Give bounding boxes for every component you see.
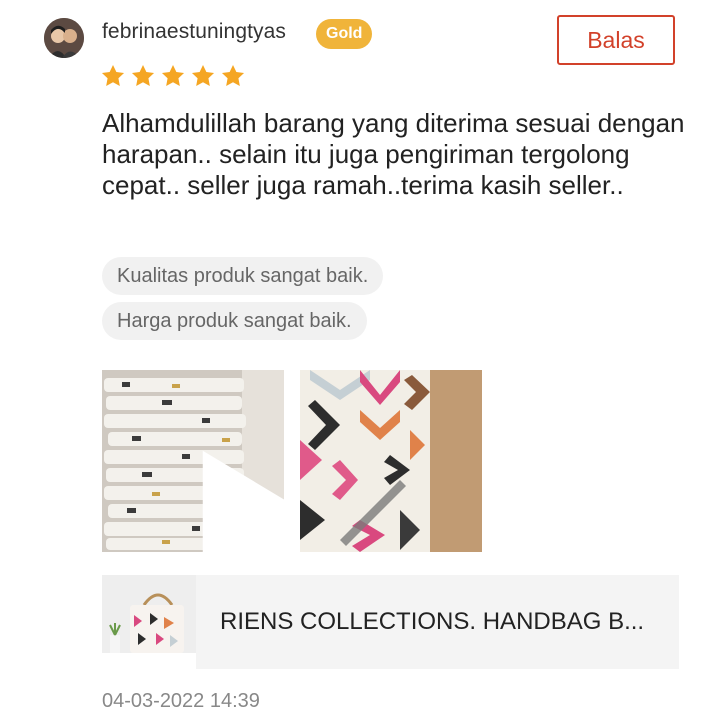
star-rating bbox=[100, 63, 246, 89]
star-icon bbox=[131, 64, 155, 86]
product-link-card[interactable]: RIENS COLLECTIONS. HANDBAG B... bbox=[102, 575, 679, 669]
review-tag: Kualitas produk sangat baik. bbox=[102, 257, 384, 295]
product-name: RIENS COLLECTIONS. HANDBAG B... bbox=[220, 608, 645, 635]
member-badge: Gold bbox=[316, 19, 373, 49]
star-icon bbox=[191, 64, 215, 86]
play-icon bbox=[202, 450, 284, 552]
star-icon bbox=[161, 64, 185, 86]
star-icon bbox=[101, 64, 125, 86]
reply-button[interactable]: Balas bbox=[557, 15, 675, 65]
star-icon bbox=[221, 64, 245, 86]
product-thumbnail bbox=[102, 575, 196, 669]
review-video-thumbnail[interactable] bbox=[102, 370, 284, 552]
review-photo-thumbnail[interactable] bbox=[300, 370, 482, 552]
review-text: Alhamdulillah barang yang diterima sesua… bbox=[102, 108, 685, 200]
username: febrinaestuningtyas bbox=[102, 20, 287, 43]
review-timestamp: 04-03-2022 14:39 bbox=[102, 690, 260, 712]
avatar[interactable] bbox=[44, 18, 84, 58]
review-tag: Harga produk sangat baik. bbox=[102, 302, 367, 340]
